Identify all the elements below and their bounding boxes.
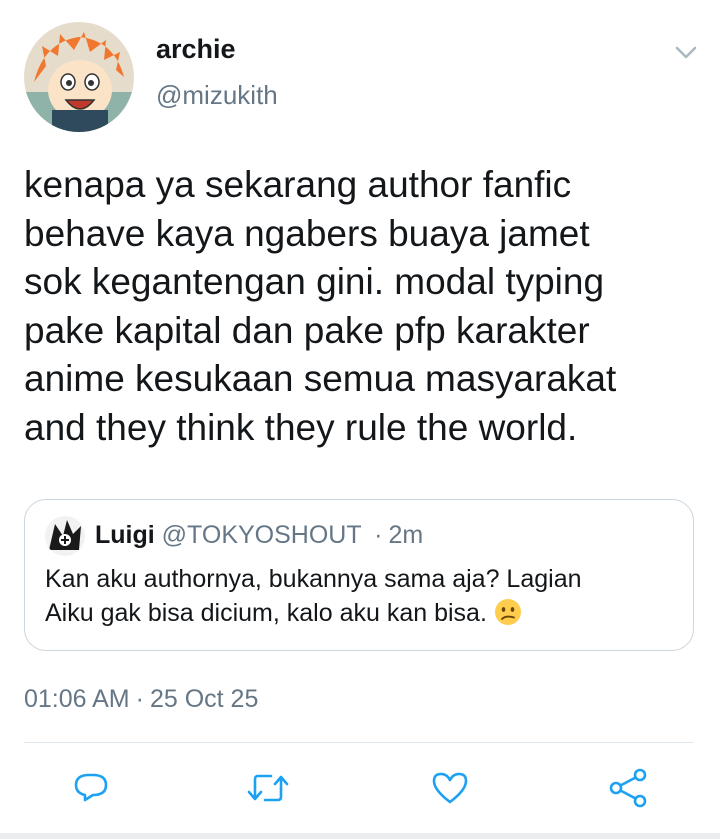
bottom-border — [0, 833, 720, 839]
quoted-tweet-header: Luigi @TOKYOSHOUT · 2m — [95, 521, 423, 550]
quoted-time: 2m — [388, 521, 424, 549]
confused-face-emoji-icon — [494, 598, 522, 626]
author-handle[interactable]: @mizukith — [156, 80, 278, 111]
tweet-date: 25 Oct 25 — [149, 685, 259, 713]
tweet-detail: archie @mizukith kenapa ya sekarang auth… — [0, 0, 720, 839]
author-display-name[interactable]: archie — [156, 34, 236, 65]
share-button[interactable] — [606, 766, 650, 810]
quoted-author-handle: @TOKYOSHOUT — [161, 521, 362, 549]
share-icon — [609, 768, 647, 808]
quoted-author-avatar — [45, 516, 85, 556]
retweet-button[interactable] — [246, 766, 290, 810]
author-avatar[interactable] — [24, 22, 134, 132]
chevron-down-icon[interactable] — [672, 40, 700, 64]
quoted-author-name: Luigi — [95, 521, 155, 549]
quoted-separator: · — [374, 521, 383, 549]
like-button[interactable] — [428, 766, 472, 810]
meta-separator: · — [135, 685, 144, 713]
quoted-tweet-card[interactable]: Luigi @TOKYOSHOUT · 2m Kan aku authornya,… — [24, 499, 694, 651]
divider — [24, 742, 694, 743]
heart-icon — [432, 772, 468, 804]
quoted-tweet-text: Kan aku authornya, bukannya sama aja? La… — [45, 562, 675, 630]
tweet-time: 01:06 AM — [24, 685, 130, 713]
reply-button[interactable] — [69, 766, 113, 810]
tweet-text: kenapa ya sekarang author fanfic behave … — [24, 164, 617, 448]
retweet-icon — [247, 774, 289, 802]
reply-icon — [74, 773, 108, 802]
tweet-timestamp[interactable]: 01:06 AM · 25 Oct 25 — [24, 685, 258, 714]
